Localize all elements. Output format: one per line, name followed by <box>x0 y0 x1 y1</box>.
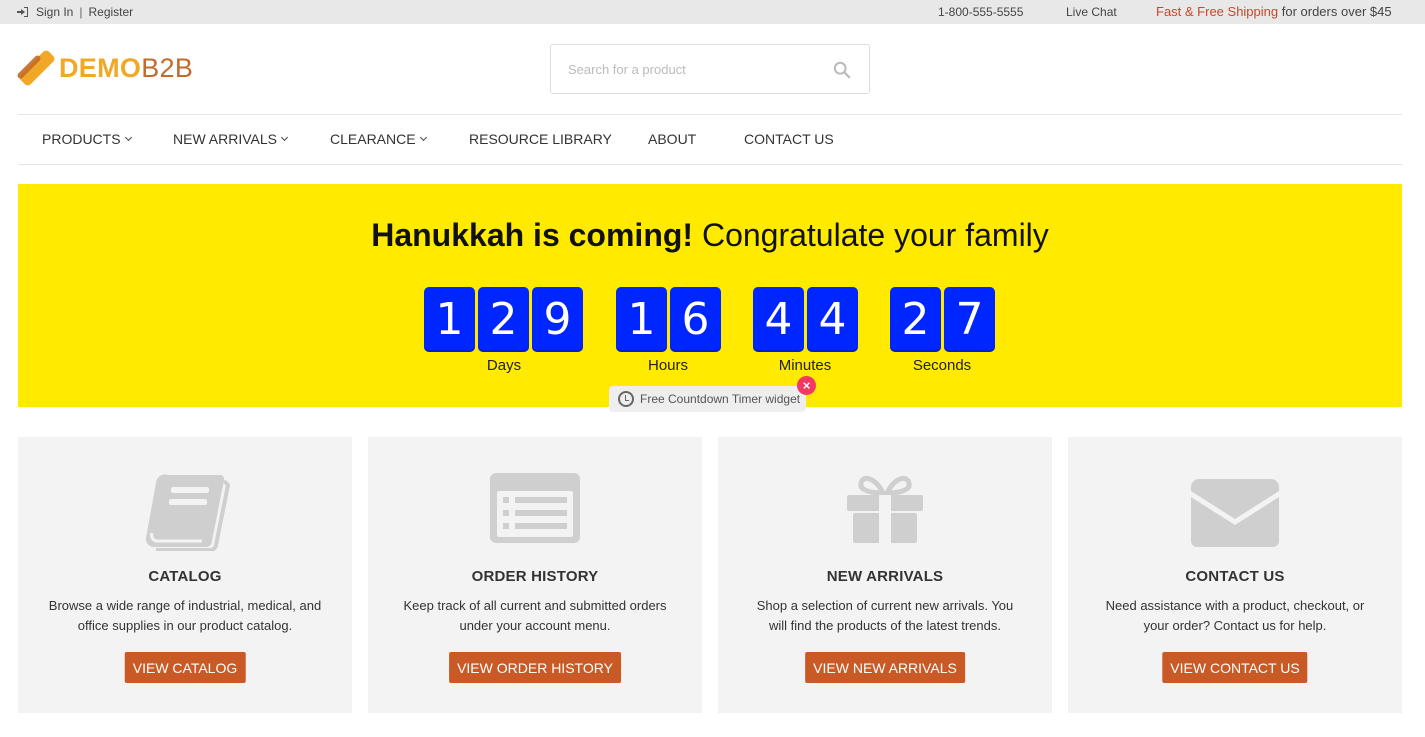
view-catalog-button[interactable]: VIEW CATALOG <box>124 652 246 683</box>
nav-item-about[interactable]: ABOUT <box>648 131 696 147</box>
nav-item-clearance[interactable]: CLEARANCE <box>330 131 427 147</box>
countdown-label-hours: Hours <box>647 357 688 374</box>
link-separator: | <box>79 5 83 19</box>
card-contact-us: CONTACT US Need assistance with a produc… <box>1068 437 1402 713</box>
nav-item-products[interactable]: PRODUCTS <box>42 131 132 147</box>
list-icon <box>490 473 580 543</box>
countdown-digit: 2 <box>478 287 529 352</box>
search-box <box>550 44 870 94</box>
logo-mark-icon <box>16 48 57 88</box>
card-description: Shop a selection of current new arrivals… <box>756 598 1014 633</box>
nav-item-label: ABOUT <box>648 131 697 147</box>
chevron-down-icon <box>124 133 132 142</box>
countdown-label-minutes: Minutes <box>778 357 832 374</box>
countdown-widget-badge[interactable]: Free Countdown Timer widget <box>609 386 806 412</box>
envelope-icon <box>1191 479 1279 547</box>
account-links: Sign In | Register <box>17 5 133 19</box>
countdown-digit: 1 <box>616 287 667 352</box>
countdown-digit: 1 <box>424 287 475 352</box>
site-logo[interactable]: DEMOB2B <box>16 48 193 88</box>
countdown-days: 1 2 9 <box>424 287 583 352</box>
banner-title-bold: Hanukkah is coming! <box>371 217 694 253</box>
card-title: NEW ARRIVALS <box>826 568 944 585</box>
logo-text-b2b: B2B <box>141 52 194 83</box>
card-title: CONTACT US <box>1185 568 1285 585</box>
countdown-digit: 9 <box>532 287 583 352</box>
nav-item-new-arrivals[interactable]: NEW ARRIVALS <box>173 131 289 147</box>
countdown-digit: 7 <box>944 287 995 352</box>
chevron-down-icon <box>280 133 289 142</box>
banner-title-rest: Congratulate your family <box>693 217 1049 253</box>
sign-in-icon <box>17 7 28 17</box>
countdown-banner: Hanukkah is coming! Congratulate your fa… <box>18 184 1402 407</box>
book-icon <box>145 474 230 551</box>
register-link[interactable]: Register <box>88 5 133 19</box>
card-new-arrivals: NEW ARRIVALS Shop a selection of current… <box>718 437 1052 713</box>
countdown-minutes: 4 4 <box>753 287 858 352</box>
card-description: Browse a wide range of industrial, medic… <box>48 598 322 633</box>
nav-item-label: NEW ARRIVALS <box>173 131 277 147</box>
logo-text-demo: DEMO <box>59 52 142 83</box>
top-utility-bar: Sign In | Register 1-800-555-5555 Live C… <box>0 0 1425 24</box>
countdown-hours: 1 6 <box>616 287 721 352</box>
widget-badge-label: Free Countdown Timer widget <box>640 392 801 406</box>
sign-in-link[interactable]: Sign In <box>36 5 73 19</box>
countdown-seconds: 2 7 <box>890 287 995 352</box>
card-description: Need assistance with a product, checkout… <box>1105 598 1365 633</box>
nav-item-contact-us[interactable]: CONTACT US <box>744 131 834 147</box>
view-new-arrivals-button[interactable]: VIEW NEW ARRIVALS <box>805 652 965 683</box>
logo-text: DEMOB2B <box>59 53 193 84</box>
countdown-digit: 4 <box>807 287 858 352</box>
card-title: ORDER HISTORY <box>471 568 599 585</box>
view-order-history-button[interactable]: VIEW ORDER HISTORY <box>449 652 621 683</box>
card-description: Keep track of all current and submitted … <box>403 598 667 633</box>
shipping-promo-text: for orders over $45 <box>1278 4 1392 19</box>
nav-item-label: RESOURCE LIBRARY <box>469 131 612 147</box>
timer-icon <box>618 391 634 407</box>
nav-item-label: PRODUCTS <box>42 131 121 147</box>
phone-number[interactable]: 1-800-555-5555 <box>938 5 1023 19</box>
chevron-down-icon <box>419 133 427 142</box>
banner-title: Hanukkah is coming! Congratulate your fa… <box>18 217 1402 254</box>
nav-item-label: CONTACT US <box>744 131 834 147</box>
main-navigation: PRODUCTS NEW ARRIVALS CLEARANCE RESOURCE… <box>18 114 1402 165</box>
view-contact-us-button[interactable]: VIEW CONTACT US <box>1162 652 1308 683</box>
search-input[interactable] <box>551 45 811 93</box>
countdown-digit: 4 <box>753 287 804 352</box>
search-icon[interactable] <box>833 61 851 79</box>
nav-item-label: CLEARANCE <box>330 131 416 147</box>
card-catalog: CATALOG Browse a wide range of industria… <box>18 437 352 713</box>
close-icon[interactable]: × <box>797 376 816 395</box>
nav-item-resource-library[interactable]: RESOURCE LIBRARY <box>469 131 612 147</box>
gift-icon <box>847 475 923 543</box>
countdown-label-seconds: Seconds <box>912 357 972 374</box>
live-chat-link[interactable]: Live Chat <box>1066 5 1117 19</box>
card-order-history: ORDER HISTORY Keep track of all current … <box>368 437 702 713</box>
shipping-promo-highlight[interactable]: Fast & Free Shipping <box>1156 4 1278 19</box>
countdown-digit: 6 <box>670 287 721 352</box>
countdown-digit: 2 <box>890 287 941 352</box>
countdown-label-days: Days <box>486 357 522 374</box>
shipping-promo: Fast & Free Shipping for orders over $45 <box>1156 4 1392 19</box>
card-title: CATALOG <box>148 568 222 585</box>
